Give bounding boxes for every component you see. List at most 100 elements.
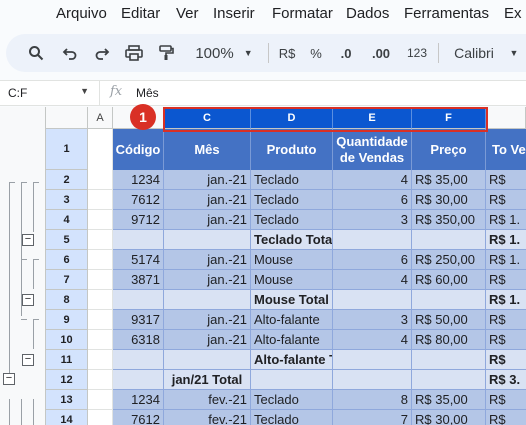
- cell-a8[interactable]: [88, 290, 113, 310]
- collapse-group-button[interactable]: −: [22, 294, 34, 306]
- cell-a12[interactable]: [88, 370, 113, 390]
- cell-mes-10[interactable]: jan.-21: [164, 330, 251, 350]
- cell-preco-9[interactable]: R$ 50,00: [412, 310, 486, 330]
- cell-produto-14[interactable]: Teclado: [251, 410, 333, 425]
- cell-quantidade-8[interactable]: [333, 290, 412, 310]
- header-produto[interactable]: Produto: [251, 129, 333, 170]
- collapse-group-button[interactable]: −: [22, 234, 34, 246]
- cell-codigo-7[interactable]: 3871: [113, 270, 164, 290]
- cell-produto-10[interactable]: Alto-falante: [251, 330, 333, 350]
- cell-preco-5[interactable]: [412, 230, 486, 250]
- cell-total-8[interactable]: R$ 1.: [486, 290, 526, 310]
- cell-preco-12[interactable]: [412, 370, 486, 390]
- cell-produto-2[interactable]: Teclado: [251, 170, 333, 190]
- cell-codigo-13[interactable]: 1234: [113, 390, 164, 410]
- cell-mes-4[interactable]: jan.-21: [164, 210, 251, 230]
- decrease-decimal-button[interactable]: .0: [334, 34, 358, 72]
- cell-quantidade-2[interactable]: 4: [333, 170, 412, 190]
- cell-a4[interactable]: [88, 210, 113, 230]
- cell-preco-11[interactable]: [412, 350, 486, 370]
- cell-codigo-2[interactable]: 1234: [113, 170, 164, 190]
- menu-editar[interactable]: Editar: [121, 5, 160, 22]
- zoom-select[interactable]: 100% ▼: [192, 34, 256, 72]
- cell-produto-7[interactable]: Mouse: [251, 270, 333, 290]
- cell-mes-3[interactable]: jan.-21: [164, 190, 251, 210]
- column-header-a[interactable]: A: [88, 107, 113, 129]
- column-header-c[interactable]: C: [164, 107, 251, 129]
- cell-a9[interactable]: [88, 310, 113, 330]
- cell-mes-12[interactable]: jan/21 Total: [164, 370, 251, 390]
- cell-mes-13[interactable]: fev.-21: [164, 390, 251, 410]
- cell-produto-12[interactable]: [251, 370, 333, 390]
- cell-preco-6[interactable]: R$ 250,00: [412, 250, 486, 270]
- cell-preco-7[interactable]: R$ 60,00: [412, 270, 486, 290]
- search-icon[interactable]: [24, 34, 48, 72]
- currency-button[interactable]: R$: [274, 34, 300, 72]
- cell-mes-6[interactable]: jan.-21: [164, 250, 251, 270]
- cell-codigo-9[interactable]: 9317: [113, 310, 164, 330]
- percent-button[interactable]: %: [306, 34, 326, 72]
- cell-quantidade-9[interactable]: 3: [333, 310, 412, 330]
- header-total-vendas[interactable]: To Ve: [486, 129, 526, 170]
- menu-extensoes[interactable]: Ex: [504, 5, 522, 22]
- cell-preco-10[interactable]: R$ 80,00: [412, 330, 486, 350]
- row-number-5[interactable]: 5: [46, 230, 88, 250]
- column-header-d[interactable]: D: [251, 107, 333, 129]
- cell-a10[interactable]: [88, 330, 113, 350]
- cell-total-3[interactable]: R$: [486, 190, 526, 210]
- cell-codigo-6[interactable]: 5174: [113, 250, 164, 270]
- cell-quantidade-11[interactable]: [333, 350, 412, 370]
- cell-codigo-10[interactable]: 6318: [113, 330, 164, 350]
- column-header-e[interactable]: E: [333, 107, 412, 129]
- cell-quantidade-12[interactable]: [333, 370, 412, 390]
- cell-quantidade-7[interactable]: 4: [333, 270, 412, 290]
- cell-preco-8[interactable]: [412, 290, 486, 310]
- menu-formatar[interactable]: Formatar: [272, 5, 333, 22]
- cell-produto-4[interactable]: Teclado: [251, 210, 333, 230]
- cell-total-5[interactable]: R$ 1.: [486, 230, 526, 250]
- cell-produto-13[interactable]: Teclado: [251, 390, 333, 410]
- cell-quantidade-3[interactable]: 6: [333, 190, 412, 210]
- cell-codigo-4[interactable]: 9712: [113, 210, 164, 230]
- cell-preco-13[interactable]: R$ 35,00: [412, 390, 486, 410]
- cell-mes-14[interactable]: fev.-21: [164, 410, 251, 425]
- cell-produto-9[interactable]: Alto-falante: [251, 310, 333, 330]
- row-number-6[interactable]: 6: [46, 250, 88, 270]
- collapse-group-button[interactable]: −: [3, 373, 15, 385]
- row-number-11[interactable]: 11: [46, 350, 88, 370]
- header-quantidade[interactable]: Quantidade de Vendas: [333, 129, 412, 170]
- row-number-7[interactable]: 7: [46, 270, 88, 290]
- cell-total-6[interactable]: R$ 1.: [486, 250, 526, 270]
- increase-decimal-button[interactable]: .00: [366, 34, 396, 72]
- cell-a1[interactable]: [88, 129, 113, 170]
- cell-preco-4[interactable]: R$ 350,00: [412, 210, 486, 230]
- menu-ver[interactable]: Ver: [176, 5, 199, 22]
- cell-produto-8[interactable]: Mouse Total: [251, 290, 333, 310]
- name-box[interactable]: C:F ▼: [0, 81, 100, 105]
- row-number-1[interactable]: 1: [46, 129, 88, 170]
- cell-quantidade-5[interactable]: [333, 230, 412, 250]
- cell-preco-2[interactable]: R$ 35,00: [412, 170, 486, 190]
- cell-quantidade-6[interactable]: 6: [333, 250, 412, 270]
- cell-produto-5[interactable]: Teclado Total: [251, 230, 333, 250]
- menu-dados[interactable]: Dados: [346, 5, 389, 22]
- cell-a13[interactable]: [88, 390, 113, 410]
- cell-total-13[interactable]: R$: [486, 390, 526, 410]
- cell-total-9[interactable]: R$: [486, 310, 526, 330]
- undo-icon[interactable]: [58, 34, 82, 72]
- row-number-14[interactable]: 14: [46, 410, 88, 425]
- row-number-8[interactable]: 8: [46, 290, 88, 310]
- header-mes[interactable]: Mês: [164, 129, 251, 170]
- cell-codigo-14[interactable]: 7612: [113, 410, 164, 425]
- cell-total-7[interactable]: R$: [486, 270, 526, 290]
- cell-preco-14[interactable]: R$ 30,00: [412, 410, 486, 425]
- cell-preco-3[interactable]: R$ 30,00: [412, 190, 486, 210]
- cell-a3[interactable]: [88, 190, 113, 210]
- cell-total-11[interactable]: R$: [486, 350, 526, 370]
- cell-a7[interactable]: [88, 270, 113, 290]
- header-preco[interactable]: Preço: [412, 129, 486, 170]
- number-format-button[interactable]: 123: [404, 34, 430, 72]
- menu-arquivo[interactable]: Arquivo: [56, 5, 107, 22]
- cell-mes-7[interactable]: jan.-21: [164, 270, 251, 290]
- menu-ferramentas[interactable]: Ferramentas: [404, 5, 489, 22]
